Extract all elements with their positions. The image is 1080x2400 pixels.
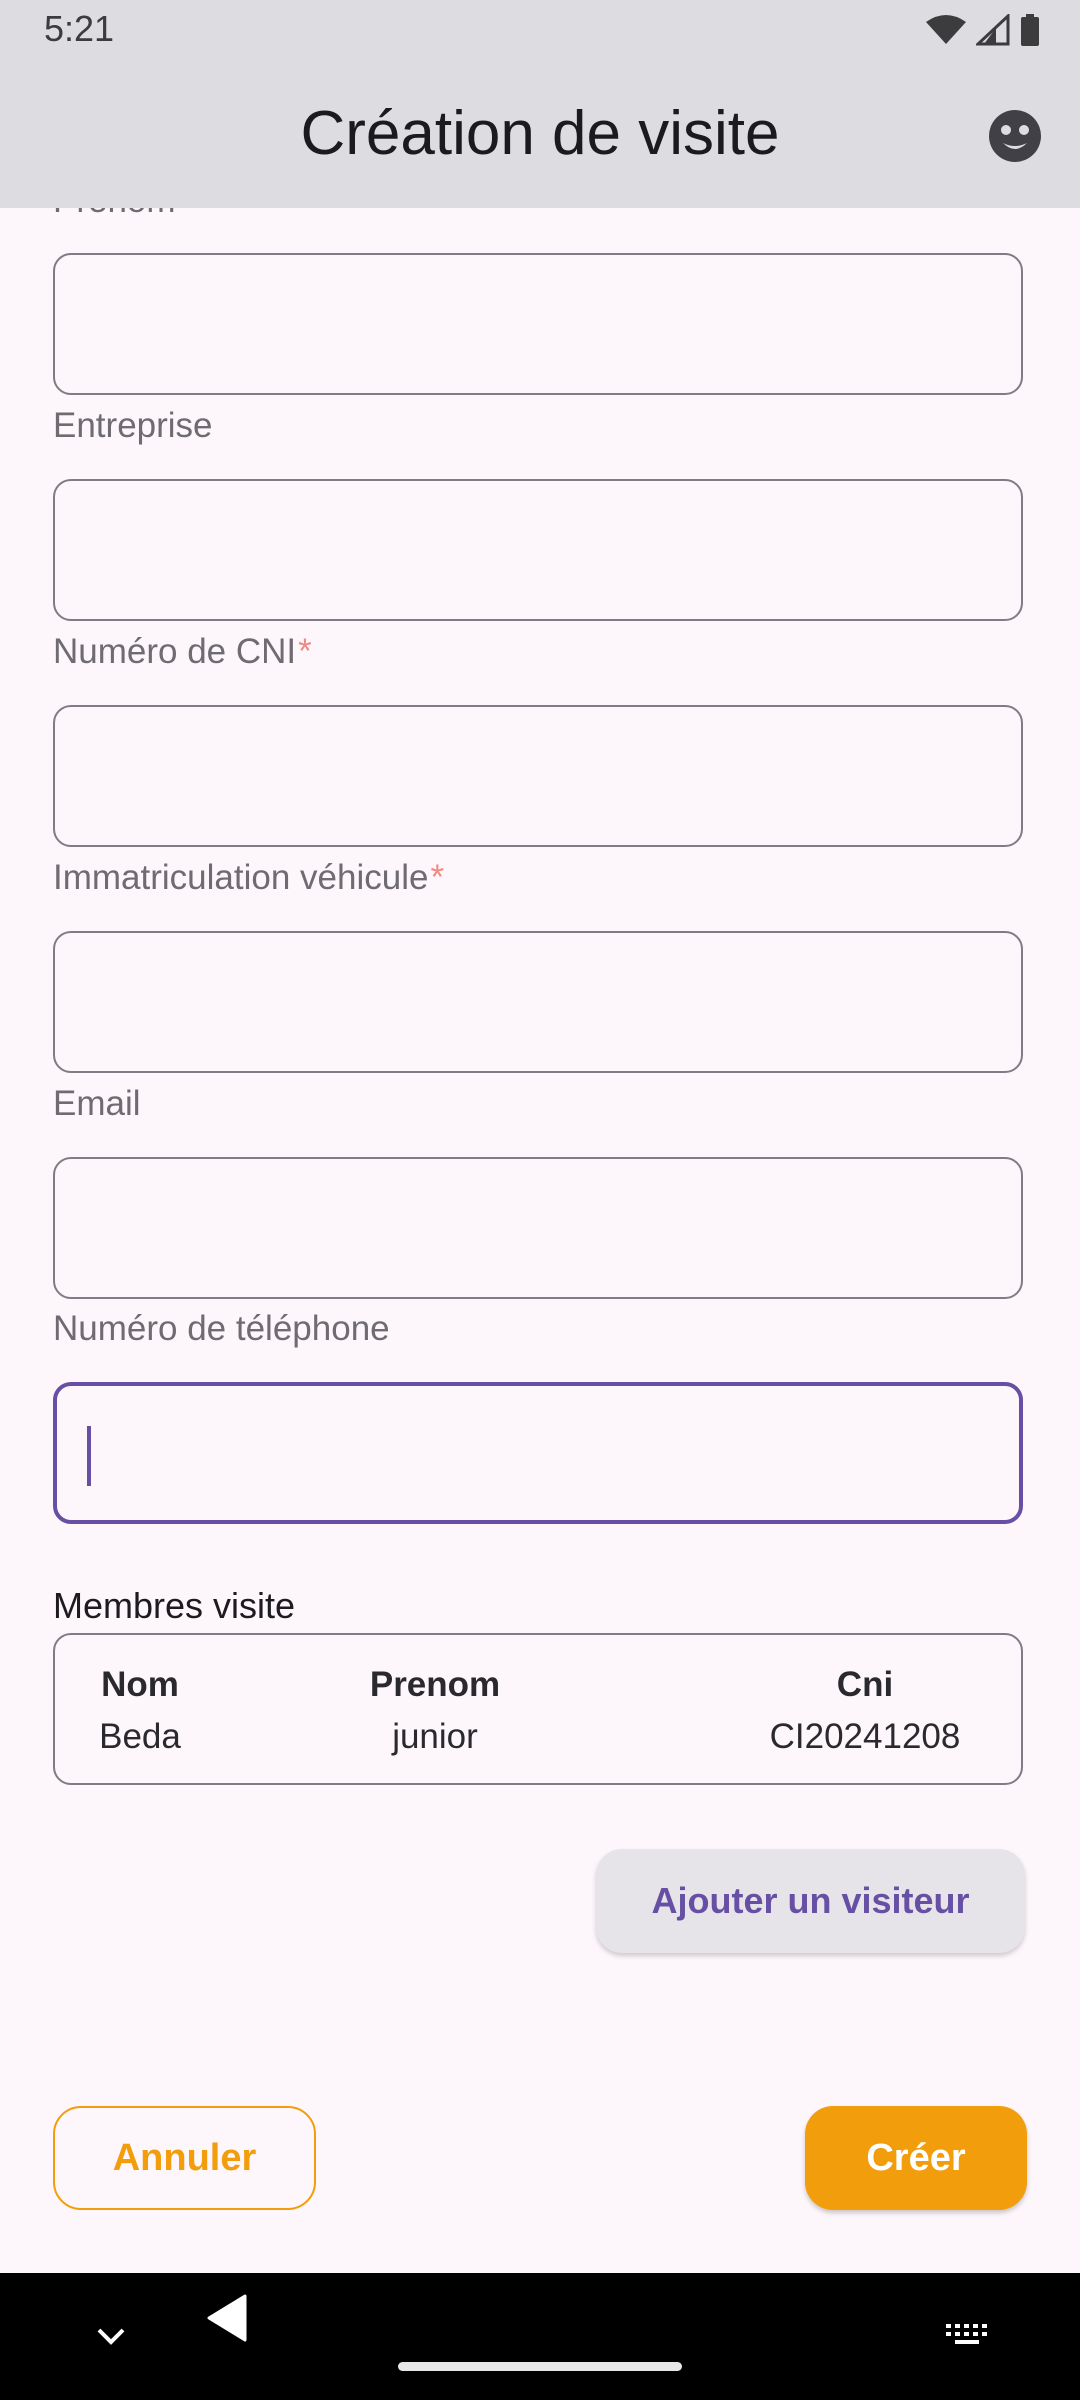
field-label-prenom: Prenom — [53, 208, 453, 220]
signal-icon — [976, 14, 1010, 46]
telephone-field[interactable] — [53, 1382, 1023, 1524]
member-prenom: junior — [392, 1717, 478, 1756]
prenom-field[interactable] — [53, 253, 1023, 395]
immatriculation-field[interactable] — [53, 931, 1023, 1073]
email-input[interactable] — [55, 1159, 1021, 1297]
column-header-prenom: Prenom — [369, 1665, 501, 1704]
field-label-telephone: Numéro de téléphone — [53, 1309, 390, 1348]
member-nom: Beda — [99, 1717, 181, 1756]
create-button[interactable]: Créer — [805, 2106, 1027, 2210]
required-marker: * — [298, 632, 312, 671]
field-label-immatriculation: Immatriculation véhicule* — [53, 858, 445, 897]
entreprise-input[interactable] — [55, 481, 1021, 619]
prenom-input[interactable] — [55, 255, 1021, 393]
status-time: 5:21 — [44, 8, 115, 49]
required-marker: * — [430, 858, 445, 897]
navigation-bar — [0, 2273, 1080, 2400]
chevron-down-icon[interactable] — [96, 2326, 126, 2346]
field-label-cni: Numéro de CNI* — [53, 632, 312, 671]
cni-input[interactable] — [55, 707, 1021, 845]
home-pill[interactable] — [398, 2362, 682, 2371]
battery-icon — [1021, 14, 1039, 46]
field-label-entreprise: Entreprise — [53, 406, 213, 445]
back-icon[interactable] — [205, 2294, 247, 2342]
cancel-button[interactable]: Annuler — [53, 2106, 316, 2210]
status-icons — [926, 12, 1040, 48]
field-label-email: Email — [53, 1084, 141, 1123]
wifi-icon — [926, 15, 966, 44]
column-header-cni: Cni — [836, 1665, 894, 1704]
entreprise-field[interactable] — [53, 479, 1023, 621]
add-visitor-button[interactable]: Ajouter un visiteur — [596, 1849, 1025, 1953]
members-table: Nom Prenom Cni Beda junior CI20241208 — [53, 1633, 1023, 1785]
cni-field[interactable] — [53, 705, 1023, 847]
members-title: Membres visite — [53, 1585, 296, 1626]
column-header-nom: Nom — [101, 1665, 179, 1704]
face-icon[interactable] — [988, 109, 1042, 163]
page-title: Création de visite — [300, 99, 780, 168]
immatriculation-input[interactable] — [55, 933, 1021, 1071]
keyboard-icon[interactable] — [946, 2324, 990, 2348]
email-field[interactable] — [53, 1157, 1023, 1299]
member-cni: CI20241208 — [769, 1717, 961, 1756]
text-cursor — [87, 1426, 91, 1486]
